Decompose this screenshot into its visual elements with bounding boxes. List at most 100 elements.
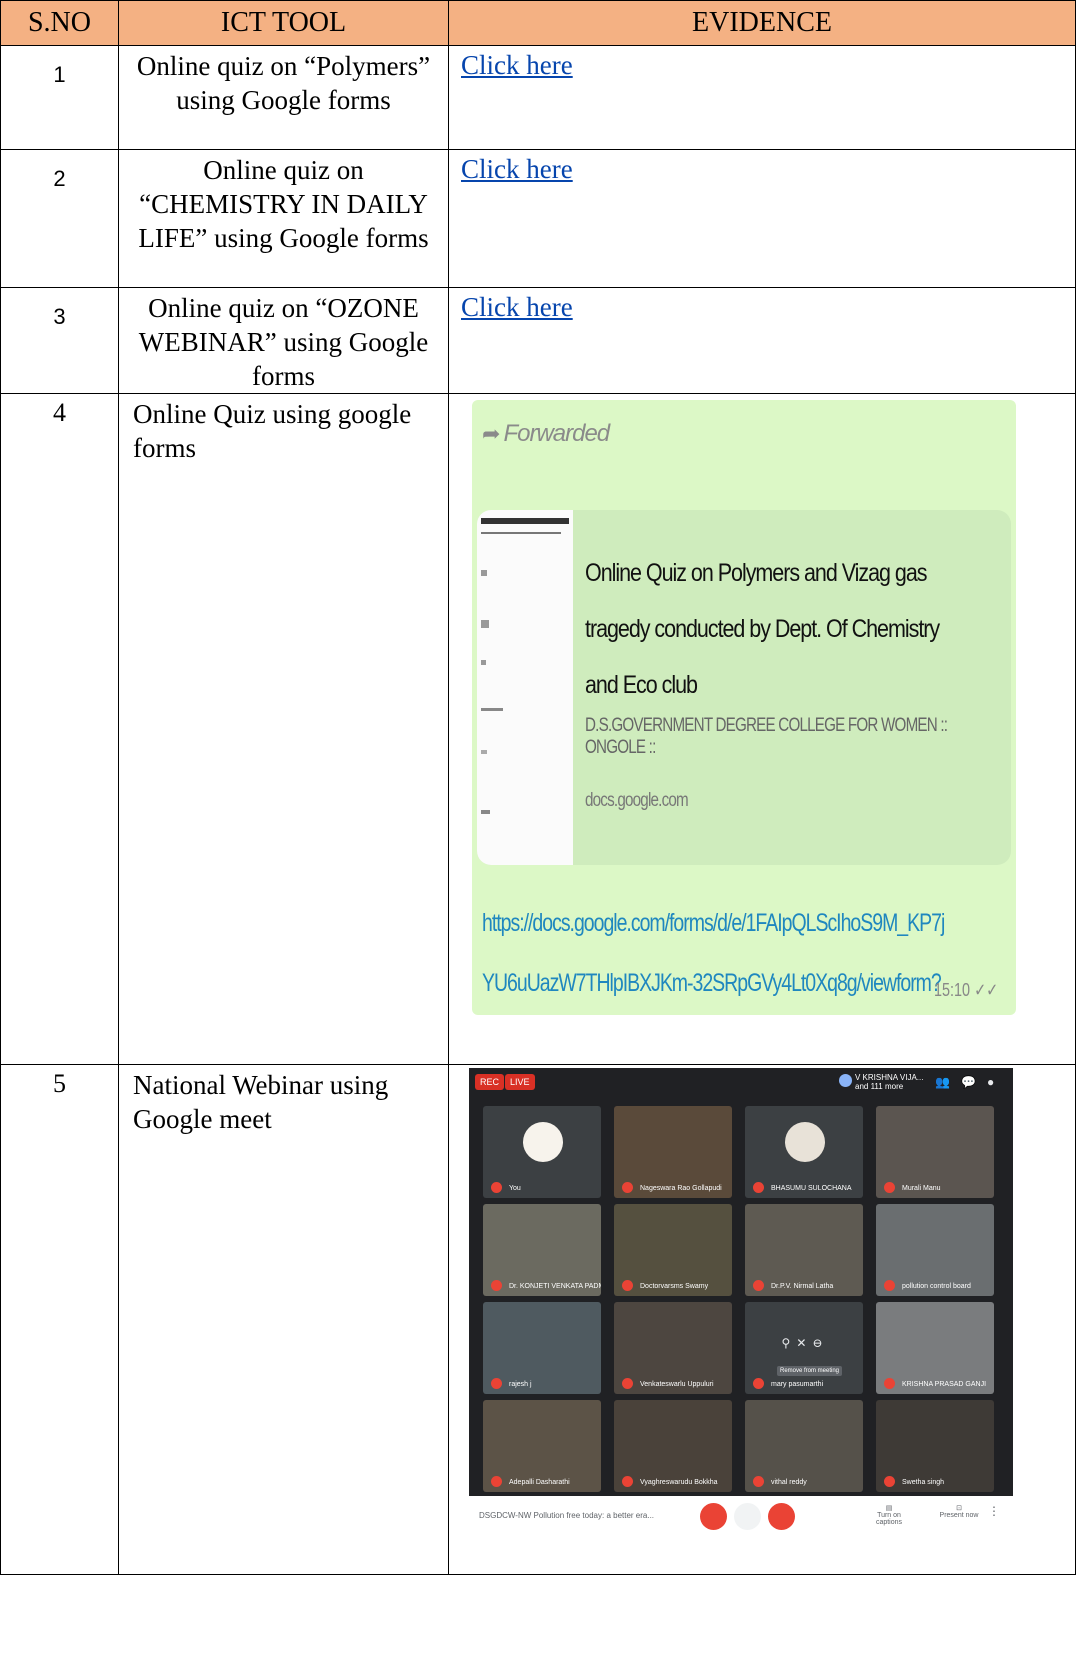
chat-icon[interactable]: 💬 [961,1075,976,1090]
live-badge: LIVE [505,1074,535,1090]
sno-cell: 4 [0,393,119,1065]
people-icon[interactable]: 👥 [935,1075,950,1090]
tool-cell: Online quiz on “Polymers” using Google f… [118,45,449,150]
rec-badge: REC [475,1074,505,1090]
table-row: 5 National Webinar using Google meet REC… [0,1064,1076,1575]
mic-muted-icon [491,1378,502,1389]
participant-name: Doctorvarsms Swamy [640,1283,709,1290]
table-row: 1 Online quiz on “Polymers” using Google… [0,45,1076,150]
participant-name: vithal reddy [771,1479,807,1486]
mic-muted-icon [753,1378,764,1389]
mic-muted-icon [884,1476,895,1487]
participant-name: Adepalli Dasharathi [509,1479,570,1486]
form-thumbnail [477,510,573,865]
participant-name: KRISHNA PRASAD GANJI [902,1381,987,1388]
ict-tools-table: S.NO ICT TOOL EVIDENCE 1 Online quiz on … [0,0,1076,1575]
google-meet-screenshot: REC LIVE V KRISHNA VIJA... and 111 more 👥… [469,1068,1013,1538]
forwarded-label: ➦ Forwarded [482,420,610,448]
self-avatar-icon[interactable]: ● [987,1075,994,1090]
evidence-cell: Click here [448,287,1076,394]
participant-tile[interactable]: vithal reddy [745,1400,863,1492]
participant-tile[interactable]: Nageswara Rao Gollapudi [614,1106,732,1198]
meeting-title[interactable]: DSGDCW-NW Pollution free today: a better… [479,1511,654,1520]
participant-tile[interactable]: rajesh j [483,1302,601,1394]
captions-label: Turn on captions [875,1512,903,1526]
evidence-cell: Click here [448,45,1076,150]
host-info: V KRISHNA VIJA... and 111 more [855,1073,923,1091]
tool-cell: Online quiz on “CHEMISTRY IN DAILY LIFE”… [118,149,449,288]
participant-tile[interactable]: Adepalli Dasharathi [483,1400,601,1492]
forward-arrow-icon: ➦ [482,421,500,446]
participant-name: Vyaghreswarudu Bokkha [640,1479,718,1486]
tool-cell: National Webinar using Google meet [118,1064,449,1575]
participant-tile[interactable]: Venkateswarlu Uppuluri [614,1302,732,1394]
meet-bottom-bar: DSGDCW-NW Pollution free today: a better… [469,1496,1013,1538]
more-options-icon[interactable]: ⋮ [979,1504,1009,1518]
participant-name: rajesh j [509,1381,532,1388]
participant-tile[interactable]: pollution control board [876,1204,994,1296]
mic-off-button[interactable] [700,1503,727,1530]
mic-muted-icon [753,1182,764,1193]
link-preview-card: Online Quiz on Polymers and Vizag gas tr… [477,510,1011,865]
host-name: V KRISHNA VIJA... [855,1073,924,1082]
participant-tile[interactable]: Murali Manu [876,1106,994,1198]
mic-muted-icon [622,1476,633,1487]
sno-cell: 2 [0,149,119,288]
evidence-cell: REC LIVE V KRISHNA VIJA... and 111 more 👥… [448,1064,1076,1575]
participant-avatar [785,1122,825,1162]
participant-tile[interactable]: Swetha singh [876,1400,994,1492]
hover-tooltip: Remove from meeting [777,1366,843,1376]
mic-muted-icon [753,1476,764,1487]
participant-tile[interactable]: Dr.P.V. Nirmal Latha [745,1204,863,1296]
evidence-link[interactable]: Click here [449,288,573,322]
tool-cell: Online Quiz using google forms [118,393,449,1065]
header-sno: S.NO [0,0,119,46]
mic-muted-icon [622,1378,633,1389]
evidence-link[interactable]: Click here [449,46,573,80]
evidence-cell: ➦ Forwarded Online Quiz on Polymers and V… [448,393,1076,1065]
mic-muted-icon [753,1280,764,1291]
mic-muted-icon [884,1182,895,1193]
table-row: 3 Online quiz on “OZONE WEBINAR” using G… [0,287,1076,394]
leave-call-button[interactable] [734,1503,761,1530]
link-preview-site: D.S.GOVERNMENT DEGREE COLLEGE FOR WOMEN … [585,715,948,758]
participant-name: Nageswara Rao Gollapudi [640,1185,722,1192]
participant-name: pollution control board [902,1283,971,1290]
evidence-cell: Click here [448,149,1076,288]
participant-name: Venkateswarlu Uppuluri [640,1381,714,1388]
participant-tile[interactable]: Dr. KONJETI VENKATA PADMAVATHI [483,1204,601,1296]
mic-muted-icon [884,1280,895,1291]
participant-name: Swetha singh [902,1479,945,1486]
whatsapp-message-screenshot: ➦ Forwarded Online Quiz on Polymers and V… [472,400,1016,1015]
form-url-link[interactable]: https://docs.google.com/forms/d/e/1FAIpQ… [482,893,950,1015]
captions-button[interactable]: ▤ Turn on captions [864,1504,914,1526]
read-ticks-icon: ✓✓ [973,980,998,1000]
link-preview-domain: docs.google.com [585,790,689,811]
participant-avatar [523,1122,563,1162]
participant-name: BHASUMU SULOCHANA [771,1185,852,1192]
forwarded-text: Forwarded [503,420,610,447]
participant-tile[interactable]: BHASUMU SULOCHANA [745,1106,863,1198]
participant-tile[interactable]: Vyaghreswarudu Bokkha [614,1400,732,1492]
camera-off-button[interactable] [768,1503,795,1530]
header-evidence: EVIDENCE [448,0,1076,46]
meet-top-bar: REC LIVE V KRISHNA VIJA... and 111 more 👥… [469,1068,1013,1104]
message-time-text: 15:10 [933,980,970,1000]
evidence-link[interactable]: Click here [449,150,573,184]
sno-cell: 3 [0,287,119,394]
participant-name: Dr. KONJETI VENKATA PADMAVATHI [509,1283,601,1290]
header-ict-tool: ICT TOOL [118,0,449,46]
mic-muted-icon [622,1280,633,1291]
present-button[interactable]: ⊡ Present now [934,1504,984,1519]
mic-muted-icon [491,1476,502,1487]
participant-tile[interactable]: You [483,1106,601,1198]
mic-muted-icon [622,1182,633,1193]
tile-hover-controls[interactable]: ⚲ ✕ ⊖ [769,1328,835,1358]
participant-name: mary pasumarthi [771,1381,824,1388]
header-row: S.NO ICT TOOL EVIDENCE [0,0,1076,46]
participant-tile[interactable]: KRISHNA PRASAD GANJI [876,1302,994,1394]
mic-muted-icon [491,1280,502,1291]
participant-name: Dr.P.V. Nirmal Latha [771,1283,834,1290]
table-row: 4 Online Quiz using google forms ➦ Forwar… [0,393,1076,1065]
participant-tile[interactable]: Doctorvarsms Swamy [614,1204,732,1296]
